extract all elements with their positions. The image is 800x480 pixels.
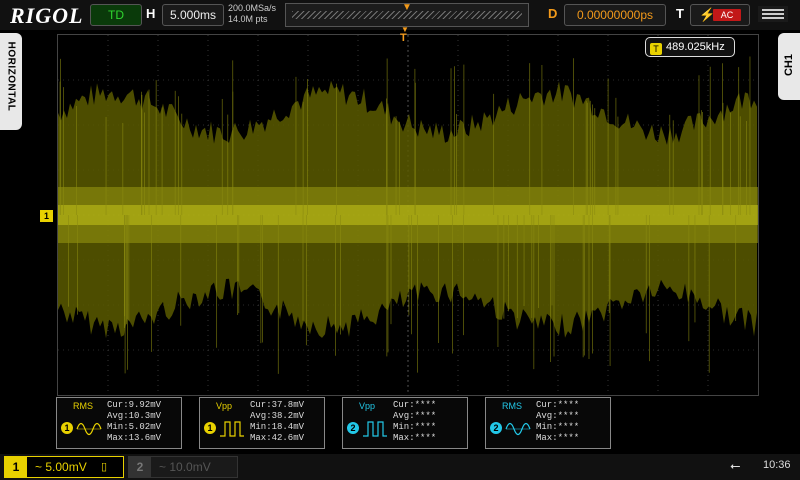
- measurement-name: Vpp: [216, 401, 233, 411]
- vpp-pulse-icon: [363, 421, 387, 437]
- measurement-name: RMS: [73, 401, 93, 411]
- measurement-panel-1[interactable]: RMS 1 Cur:9.92mV Avg:10.3mV Min:5.02mV Max:…: [56, 397, 182, 449]
- memory-trigger-marker-icon: ▼: [402, 2, 412, 13]
- measurement-panel-3[interactable]: Vpp 2 Cur:**** Avg:**** Min:**** Max:****: [342, 397, 468, 449]
- trigger-position-marker[interactable]: T ▼: [400, 25, 409, 44]
- measurement-panel-2[interactable]: Vpp 1 Cur:37.8mV Avg:38.2mV Min:18.4mV Max:…: [199, 397, 325, 449]
- timebase-value[interactable]: 5.000ms: [162, 4, 224, 26]
- horizontal-tab-label: HORIZONTAL: [5, 41, 17, 112]
- measurement-name: Vpp: [359, 401, 376, 411]
- run-state-indicator[interactable]: TD: [90, 4, 142, 26]
- trigger-label: T: [676, 6, 684, 21]
- bottom-status-bar: 1 ~ 5.00mV ▯ 2 ~ 10.0mV ⭠ 10:36: [0, 454, 800, 480]
- ch1-tab-label: CH1: [783, 54, 795, 77]
- measurement-panel-4[interactable]: RMS 2 Cur:**** Avg:**** Min:**** Max:****: [485, 397, 611, 449]
- top-status-bar: RIGOL TD H 5.000ms 200.0MSa/s 14.0M pts …: [0, 0, 800, 30]
- memory-depth: 14.0M pts: [228, 14, 268, 24]
- channel-badge: 1: [61, 422, 73, 434]
- trigger-setting[interactable]: ⚡ AC: [690, 4, 750, 26]
- usb-icon: ⭠: [730, 458, 741, 473]
- trigger-source: AC: [713, 9, 741, 21]
- ch2-scale-tab[interactable]: 2 ~ 10.0mV: [128, 456, 238, 478]
- waveform-grid: [58, 35, 758, 395]
- frequency-counter: T 489.025kHz: [645, 37, 735, 57]
- ch1-scale-tab[interactable]: 1 ~ 5.00mV ▯: [4, 456, 124, 478]
- channel-badge: 2: [490, 422, 502, 434]
- rms-wave-icon: [505, 422, 531, 436]
- ch1-number: 1: [5, 457, 27, 477]
- delay-value[interactable]: 0.00000000ps: [564, 4, 666, 26]
- ch1-level-marker[interactable]: 1: [40, 210, 53, 222]
- bandwidth-limit-icon: ▯: [101, 461, 108, 473]
- channel-badge: 1: [204, 422, 216, 434]
- ch1-scale: ~ 5.00mV: [35, 460, 87, 474]
- acquisition-info: 200.0MSa/s 14.0M pts: [228, 3, 276, 25]
- memory-navigator[interactable]: ▼: [285, 2, 529, 27]
- counter-badge: T: [650, 43, 662, 55]
- ch2-number: 2: [129, 457, 151, 477]
- vpp-pulse-icon: [220, 421, 244, 437]
- counter-frequency: 489.025kHz: [666, 41, 725, 53]
- signal-center: [58, 205, 758, 225]
- clock: 10:36: [763, 459, 791, 471]
- ch2-scale: ~ 10.0mV: [159, 460, 211, 474]
- channel-badge: 2: [347, 422, 359, 434]
- waveform-display[interactable]: [57, 34, 759, 396]
- delay-label: D: [548, 6, 558, 21]
- ch1-menu-tab[interactable]: CH1: [778, 33, 800, 100]
- brand-logo: RIGOL: [10, 3, 84, 28]
- menu-icon[interactable]: [758, 6, 788, 22]
- rms-wave-icon: [76, 422, 102, 436]
- measurement-name: RMS: [502, 401, 522, 411]
- sample-rate: 200.0MSa/s: [228, 3, 277, 13]
- horizontal-menu-tab[interactable]: HORIZONTAL: [0, 33, 22, 130]
- horizontal-label: H: [146, 6, 156, 21]
